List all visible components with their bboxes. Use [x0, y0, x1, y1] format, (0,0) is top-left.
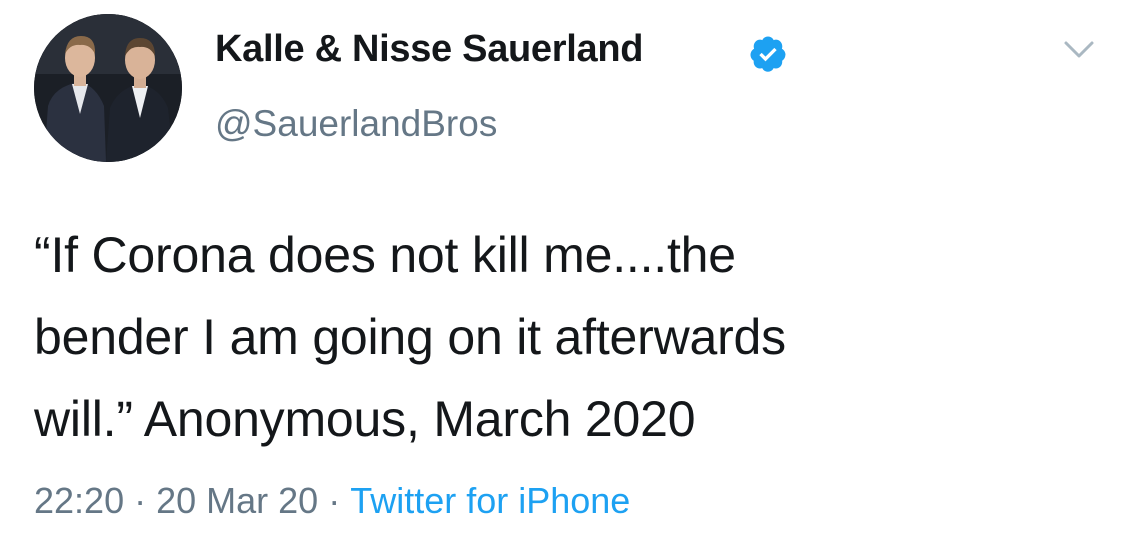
tweet-time[interactable]: 22:20: [34, 480, 124, 521]
tweet-text-line: “If Corona does not kill me....the: [34, 227, 736, 283]
verified-badge-icon: [750, 36, 786, 72]
tweet-text-line: will.” Anonymous, March 2020: [34, 391, 696, 447]
avatar[interactable]: [34, 14, 182, 162]
tweet-card: Kalle & Nisse Sauerland @SauerlandBros “…: [0, 0, 1125, 552]
display-name[interactable]: Kalle & Nisse Sauerland: [215, 28, 643, 71]
tweet-source-link[interactable]: Twitter for iPhone: [350, 480, 630, 521]
tweet-date[interactable]: 20 Mar 20: [156, 480, 318, 521]
chevron-down-icon[interactable]: [1062, 37, 1096, 63]
author-handle[interactable]: @SauerlandBros: [215, 103, 497, 145]
meta-separator: ·: [328, 480, 341, 521]
meta-separator: ·: [134, 480, 147, 521]
tweet-text: “If Corona does not kill me....the bende…: [34, 214, 1104, 460]
tweet-text-line: bender I am going on it afterwards: [34, 309, 786, 365]
avatar-photo-icon: [34, 14, 182, 162]
tweet-meta: 22:20 · 20 Mar 20 · Twitter for iPhone: [34, 480, 630, 522]
